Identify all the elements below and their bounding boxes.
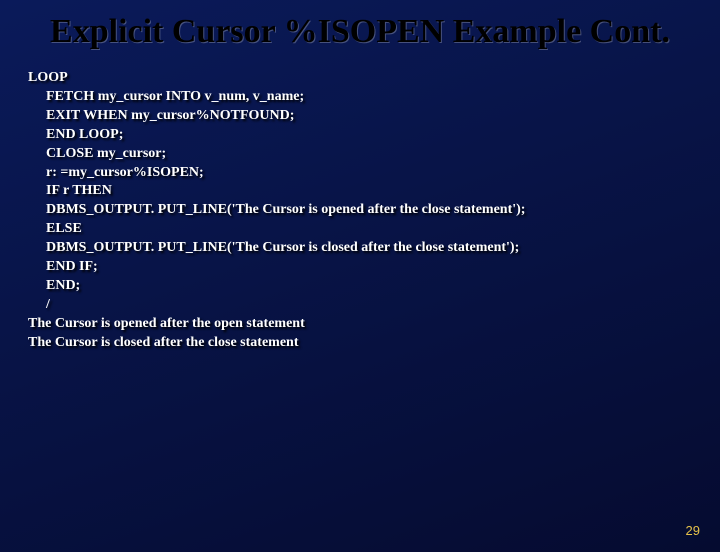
page-number: 29 — [686, 523, 700, 538]
code-block: LOOP FETCH my_cursor INTO v_num, v_name;… — [28, 69, 692, 352]
code-line: LOOP — [28, 69, 692, 88]
code-line: DBMS_OUTPUT. PUT_LINE('The Cursor is clo… — [28, 239, 692, 258]
code-line: r: =my_cursor%ISOPEN; — [28, 164, 692, 183]
code-line: / — [28, 296, 692, 315]
code-line: ELSE — [28, 220, 692, 239]
output-line: The Cursor is opened after the open stat… — [28, 315, 692, 334]
code-line: DBMS_OUTPUT. PUT_LINE('The Cursor is ope… — [28, 201, 692, 220]
code-line: FETCH my_cursor INTO v_num, v_name; — [28, 88, 692, 107]
slide-title: Explicit Cursor %ISOPEN Example Cont. — [20, 12, 700, 51]
code-line: EXIT WHEN my_cursor%NOTFOUND; — [28, 107, 692, 126]
code-line: END LOOP; — [28, 126, 692, 145]
code-line: IF r THEN — [28, 182, 692, 201]
output-line: The Cursor is closed after the close sta… — [28, 334, 692, 353]
code-line: END; — [28, 277, 692, 296]
code-line: END IF; — [28, 258, 692, 277]
code-line: CLOSE my_cursor; — [28, 145, 692, 164]
